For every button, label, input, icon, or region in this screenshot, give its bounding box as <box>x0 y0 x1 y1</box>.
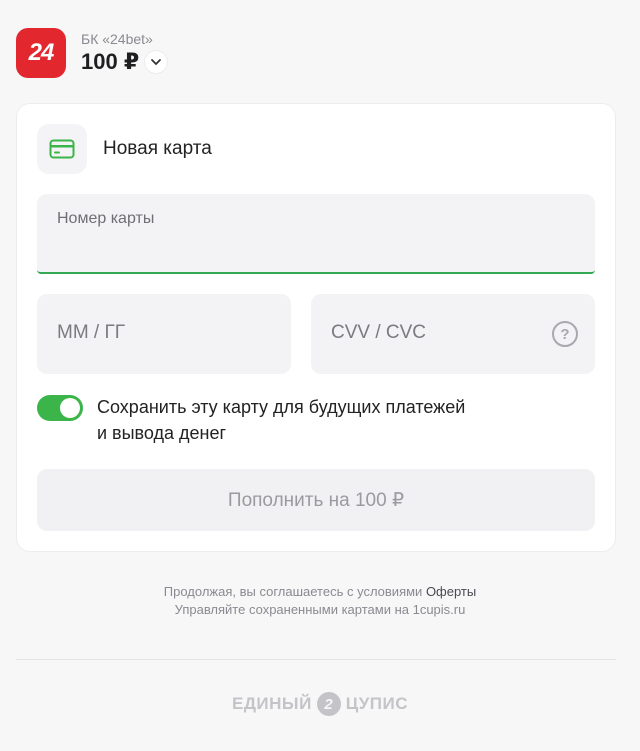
amount-row: 100 ₽ <box>81 49 168 75</box>
card-icon <box>37 124 87 174</box>
merchant-info: БК «24bet» 100 ₽ <box>81 31 168 75</box>
toggle-knob <box>60 398 80 418</box>
chevron-down-icon <box>151 59 162 66</box>
logo-text: 24 <box>28 39 55 66</box>
manage-cards-text: Управляйте сохраненными картами на 1cupi… <box>174 602 466 617</box>
save-card-label-line1: Сохранить эту карту для будущих платежей <box>97 397 466 417</box>
payment-amount: 100 ₽ <box>81 49 140 74</box>
merchant-name: БК «24bet» <box>81 31 153 47</box>
footer-notes: Продолжая, вы соглашаетесь с условиями О… <box>0 583 640 619</box>
expiry-field[interactable] <box>37 294 291 374</box>
terms-line: Продолжая, вы соглашаетесь с условиями О… <box>0 583 640 601</box>
expiry-input[interactable] <box>57 322 247 344</box>
card-number-input[interactable] <box>57 210 557 228</box>
card-number-field[interactable] <box>37 194 595 274</box>
submit-payment-button[interactable]: Пополнить на 100 ₽ <box>37 469 595 531</box>
save-card-toggle[interactable] <box>37 395 83 421</box>
save-card-label: Сохранить эту карту для будущих платежей… <box>97 394 537 446</box>
question-icon[interactable]: ? <box>552 321 578 347</box>
merchant-logo: 24 <box>16 28 66 78</box>
offer-link[interactable]: Оферты <box>426 584 476 599</box>
save-card-option: Сохранить эту карту для будущих платежей… <box>37 394 537 446</box>
payment-card: Новая карта ? Сохранить эту карту для бу… <box>16 103 616 552</box>
cvv-field[interactable]: ? <box>311 294 595 374</box>
footer-divider <box>16 659 616 660</box>
terms-prefix: Продолжая, вы соглашаетесь с условиями <box>163 584 423 599</box>
brand-mark-icon: 2 <box>316 692 341 716</box>
save-card-label-line2: и вывода денег <box>97 423 227 443</box>
cvv-input[interactable] <box>331 322 521 344</box>
brand-left-text: ЕДИНЫЙ <box>231 694 312 713</box>
method-label: Новая карта <box>103 138 212 159</box>
brand-right-text: ЦУПИС <box>345 694 409 713</box>
merchant-header: 24 БК «24bet» 100 ₽ <box>16 28 168 78</box>
amount-dropdown-button[interactable] <box>145 51 168 73</box>
payment-method: Новая карта <box>37 124 212 174</box>
cupis-logo: ЕДИНЫЙ 2 ЦУПИС <box>0 692 640 716</box>
